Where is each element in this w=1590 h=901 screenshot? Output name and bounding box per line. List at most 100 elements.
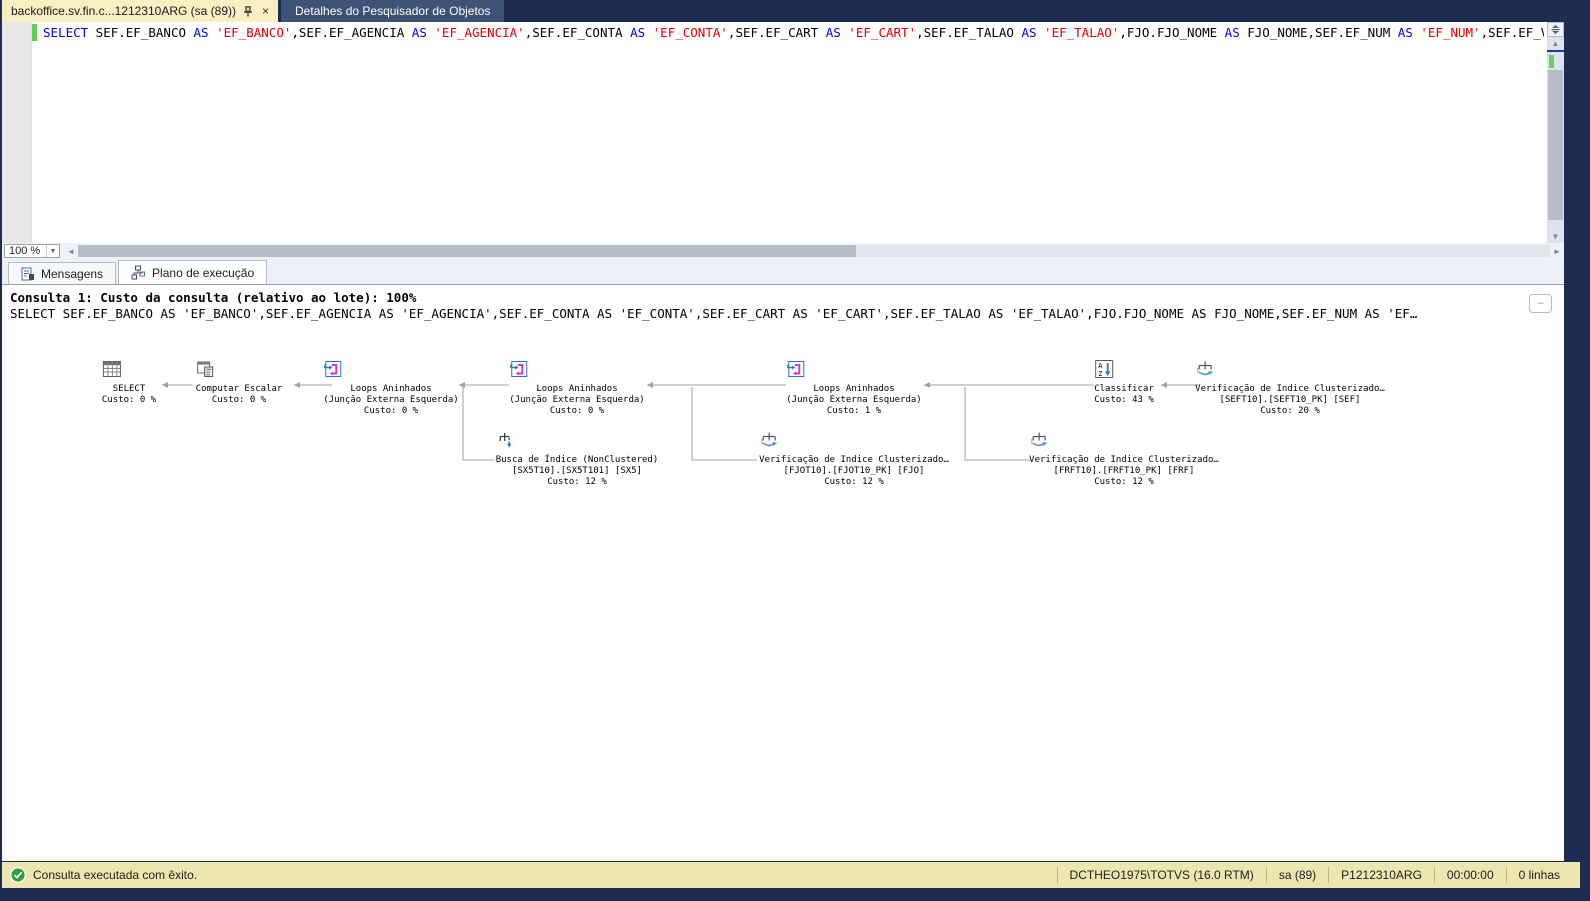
nested-loops-icon bbox=[324, 359, 401, 379]
ssms-window: backoffice.sv.fin.c...1212310ARG (sa (89… bbox=[0, 0, 1590, 901]
clustered-index-scan-icon bbox=[1031, 430, 1134, 450]
chevron-down-icon[interactable]: ▼ bbox=[46, 245, 59, 257]
plan-node-label: Verificação de Indice Clusterizado… bbox=[759, 455, 949, 465]
zoom-level-combo[interactable]: 100 % ▼ bbox=[4, 244, 60, 258]
sql-token: ,SEF.EF_CART bbox=[727, 25, 826, 40]
plan-node-label: Custo: 20 % bbox=[1260, 406, 1320, 416]
plan-node-label: Verificação de Indice Clusterizado… bbox=[1195, 384, 1385, 394]
nested-loops-icon bbox=[787, 359, 864, 379]
sql-token: 'EF_NUM' bbox=[1420, 25, 1481, 40]
tab-execution-plan-label: Plano de execução bbox=[152, 265, 255, 280]
plan-node-label: Loops Aninhados bbox=[350, 384, 432, 394]
horizontal-scroll-thumb[interactable] bbox=[78, 245, 856, 257]
sql-token: SEF.EF_BANCO bbox=[88, 25, 194, 40]
plan-node-sort[interactable]: A Z Classificar Custo: 43 % bbox=[1094, 359, 1154, 406]
sort-icon: AZ bbox=[1095, 359, 1134, 379]
editor-gutter bbox=[2, 22, 32, 243]
editor-bottom-bar: 100 % ▼ ◄ ► bbox=[2, 243, 1564, 259]
scroll-right-arrow[interactable]: ► bbox=[1550, 243, 1564, 259]
plan-node-label: Busca de Índice (NonClustered) bbox=[495, 455, 659, 465]
tab-query-label: backoffice.sv.fin.c...1212310ARG (sa (89… bbox=[11, 4, 236, 18]
scroll-up-arrow[interactable]: ▲ bbox=[1547, 37, 1564, 50]
plan-node-label: Loops Aninhados bbox=[536, 384, 618, 394]
clustered-index-scan-icon bbox=[1197, 359, 1300, 379]
tab-execution-plan[interactable]: Plano de execução bbox=[118, 260, 268, 284]
tab-messages[interactable]: Mensagens bbox=[8, 262, 117, 284]
elbow-scanfjo-nestedloops2 bbox=[691, 387, 757, 461]
plan-node-nested-loops-2[interactable]: Loops Aninhados (Junção Externa Esquerda)… bbox=[509, 359, 645, 417]
sql-token: 'EF_AGENCIA' bbox=[434, 25, 525, 40]
status-message: Consulta executada com êxito. bbox=[33, 868, 198, 882]
status-server: DCTHEO1975\TOTVS (16.0 RTM) bbox=[1056, 867, 1266, 883]
sql-code-line[interactable]: SELECT SEF.EF_BANCO AS 'EF_BANCO' ,SEF.EF… bbox=[43, 25, 1544, 41]
caret-position-marker bbox=[1547, 50, 1564, 52]
plan-node-nested-loops-3[interactable]: Loops Aninhados (Junção Externa Esquerda)… bbox=[786, 359, 922, 417]
sql-token: 'EF_CART' bbox=[848, 25, 917, 40]
plan-node-label: Verificação de Indice Clusterizado… bbox=[1029, 455, 1219, 465]
status-bar: Consulta executada com êxito. DCTHEO1975… bbox=[2, 862, 1580, 888]
sql-token: 'EF_CONTA' bbox=[652, 25, 728, 40]
tab-query-document[interactable]: backoffice.sv.fin.c...1212310ARG (sa (89… bbox=[2, 0, 279, 22]
sql-token: AS bbox=[1021, 25, 1037, 40]
vertical-scroll-thumb[interactable] bbox=[1548, 70, 1563, 220]
sql-token: AS bbox=[1397, 25, 1413, 40]
scroll-down-arrow[interactable]: ▼ bbox=[1547, 230, 1564, 243]
plan-node-label: [FRFT10].[FRFT10_PK] [FRF] bbox=[1053, 466, 1195, 476]
editor-vertical-scrollbar[interactable]: ▲ ▼ bbox=[1547, 22, 1564, 243]
select-operator-icon bbox=[102, 359, 139, 379]
plan-node-label: Custo: 12 % bbox=[547, 477, 607, 487]
elbow-scanfrf-nestedloops3 bbox=[964, 387, 1032, 461]
pin-icon[interactable] bbox=[243, 5, 253, 17]
plan-node-label: Custo: 0 % bbox=[549, 406, 605, 416]
plan-node-label: (Junção Externa Esquerda) bbox=[509, 395, 645, 405]
plan-node-label: Custo: 0 % bbox=[101, 395, 157, 405]
editor-horizontal-scrollbar[interactable] bbox=[78, 245, 1550, 257]
plan-node-clustered-index-scan-sef[interactable]: Verificação de Indice Clusterizado… [SEFT… bbox=[1195, 359, 1385, 417]
sql-editor[interactable]: SELECT SEF.EF_BANCO AS 'EF_BANCO' ,SEF.EF… bbox=[2, 22, 1564, 243]
messages-icon bbox=[21, 267, 35, 281]
plan-node-label: Custo: 12 % bbox=[1094, 477, 1154, 487]
results-tab-strip: Mensagens Plano de execução bbox=[2, 259, 1564, 284]
sql-token: AS bbox=[1224, 25, 1240, 40]
execution-plan-icon bbox=[131, 265, 146, 280]
sql-token: ,SEF.EF_TALAO bbox=[916, 25, 1022, 40]
success-check-icon bbox=[10, 867, 26, 883]
tab-details-label: Detalhes do Pesquisador de Objetos bbox=[295, 4, 491, 18]
document-tab-bar: backoffice.sv.fin.c...1212310ARG (sa (89… bbox=[2, 0, 1564, 22]
plan-node-clustered-index-scan-frf[interactable]: Verificação de Indice Clusterizado… [FRFT… bbox=[1029, 430, 1219, 488]
elbow-indexseek-nestedloops1 bbox=[462, 387, 494, 461]
status-rows: 0 linhas bbox=[1505, 867, 1572, 883]
status-right-items: DCTHEO1975\TOTVS (16.0 RTM) sa (89) P12123… bbox=[1056, 862, 1572, 888]
compute-scalar-icon bbox=[197, 359, 249, 379]
sql-token: 'EF_BANCO' bbox=[216, 25, 292, 40]
plan-node-compute-scalar[interactable]: Computar Escalar Custo: 0 % bbox=[195, 359, 283, 406]
sql-token: AS bbox=[193, 25, 209, 40]
execution-plan-pane[interactable]: Consulta 1: Custo da consulta (relativo … bbox=[2, 284, 1564, 861]
sql-token: ,SEF.EF_CONTA bbox=[524, 25, 631, 40]
vertical-scroll-track[interactable] bbox=[1547, 50, 1564, 230]
sql-token: SELECT bbox=[43, 25, 89, 40]
split-window-handle[interactable] bbox=[1547, 22, 1564, 37]
sql-token: AS bbox=[630, 25, 646, 40]
plan-node-label: Custo: 1 % bbox=[826, 406, 882, 416]
close-icon[interactable]: × bbox=[260, 4, 271, 18]
plan-node-label: Computar Escalar bbox=[195, 384, 283, 394]
plan-node-label: Custo: 0 % bbox=[363, 406, 419, 416]
nested-loops-icon bbox=[510, 359, 587, 379]
plan-node-label: Loops Aninhados bbox=[813, 384, 895, 394]
plan-node-select[interactable]: SELECT Custo: 0 % bbox=[102, 359, 156, 406]
scroll-left-arrow[interactable]: ◄ bbox=[64, 243, 78, 259]
tab-object-explorer-details[interactable]: Detalhes do Pesquisador de Objetos bbox=[281, 0, 505, 22]
change-marker bbox=[1549, 55, 1554, 68]
plan-node-nested-loops-1[interactable]: Loops Aninhados (Junção Externa Esquerda)… bbox=[323, 359, 459, 417]
zoom-level-value: 100 % bbox=[9, 245, 41, 257]
plan-node-clustered-index-scan-fjo[interactable]: Verificação de Indice Clusterizado… [FJOT… bbox=[759, 430, 949, 488]
clustered-index-scan-icon bbox=[761, 430, 864, 450]
plan-node-label: (Junção Externa Esquerda) bbox=[786, 395, 922, 405]
plan-canvas: SELECT Custo: 0 % Computar Escalar Custo: 0… bbox=[2, 285, 1564, 861]
plan-node-index-seek-sx5[interactable]: Busca de Índice (NonClustered) [SX5T10].[… bbox=[495, 430, 659, 488]
plan-node-label: [SEFT10].[SEFT10_PK] [SEF] bbox=[1219, 395, 1361, 405]
sql-token: FJO_NOME,SEF.EF_NUM bbox=[1239, 25, 1398, 40]
